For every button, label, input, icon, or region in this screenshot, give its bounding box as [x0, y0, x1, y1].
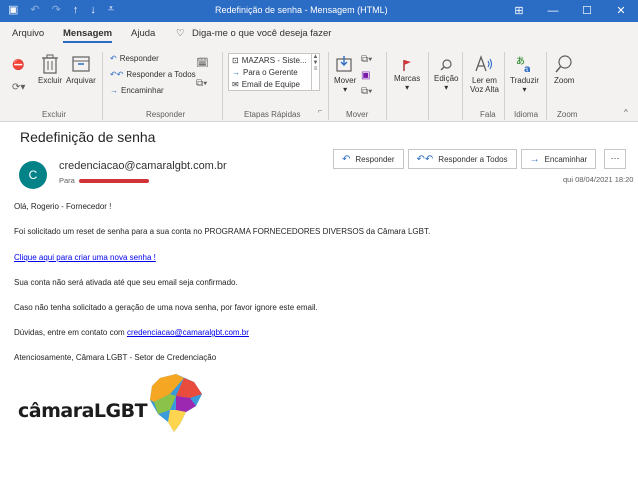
group-label-fala: Fala — [480, 110, 496, 119]
translate-button[interactable]: あa Traduzir ▾ — [510, 54, 539, 94]
recipient-line: Para — [59, 176, 149, 185]
group-label-quick-steps: Etapas Rápidas — [244, 110, 301, 119]
minimize-button[interactable]: — — [536, 0, 570, 22]
tab-mensagem[interactable]: Mensagem — [63, 28, 113, 43]
quick-steps-gallery: ⊡ MAZARS - Siste... → Para o Gerente ✉ Emai… — [228, 53, 320, 91]
lightbulb-icon: ♡ — [176, 28, 185, 39]
more-respond-icon[interactable]: ⧉▾ — [196, 78, 207, 89]
body-paragraph: Sua conta não será ativada até que seu e… — [14, 278, 238, 287]
tab-ajuda[interactable]: Ajuda — [131, 28, 155, 39]
forward-action-button[interactable]: → Encaminhar — [520, 149, 597, 169]
camara-lgbt-logo: câmaraLGBT — [18, 370, 208, 440]
flag-icon — [403, 60, 412, 71]
collapse-ribbon-icon[interactable]: ^ — [624, 108, 628, 117]
quick-access-toolbar: ▣ ↶ ↷ ↑ ↓ ⩡ — [8, 3, 114, 16]
maximize-button[interactable]: ☐ — [570, 0, 604, 22]
menu-bar: Arquivo Mensagem Ajuda ♡ Diga-me o que v… — [0, 22, 638, 46]
zoom-button[interactable]: Zoom — [554, 54, 574, 85]
group-label-zoom: Zoom — [557, 110, 578, 119]
undo-icon[interactable]: ↶ — [30, 3, 39, 16]
message-actions: ↶ Responder ↶↶ Responder a Todos → Encaminh… — [333, 149, 600, 169]
body-paragraph: Caso não tenha solicitado a geração de u… — [14, 303, 318, 312]
message-subject: Redefinição de senha — [20, 129, 156, 145]
ignore-icon[interactable]: ⛔ — [12, 60, 24, 71]
quick-step-manager[interactable]: → Para o Gerente — [229, 66, 319, 78]
quick-step-mazars[interactable]: ⊡ MAZARS - Siste... — [229, 54, 319, 66]
quick-steps-scroll[interactable]: ▲ ▼ ≡ — [311, 54, 319, 90]
translate-icon: あa — [516, 56, 531, 74]
magnifier-icon — [440, 59, 452, 71]
move-folder-icon — [336, 56, 352, 72]
reset-password-link[interactable]: Clique aqui para criar uma nova senha ! — [14, 253, 156, 262]
forward-button[interactable]: → Encaminhar — [110, 86, 164, 95]
onenote-icon[interactable]: ▣ — [361, 70, 370, 81]
reply-all-action-button[interactable]: ↶↶ Responder a Todos — [407, 149, 517, 169]
customize-toolbar-icon[interactable]: ⩡ — [108, 3, 114, 16]
message-datetime: qui 08/04/2021 18:20 — [563, 175, 634, 184]
read-aloud-icon — [475, 55, 493, 72]
quick-step-team[interactable]: ✉ Email de Equipe — [229, 78, 319, 90]
ribbon-display-icon[interactable]: ⊞ — [502, 0, 536, 22]
tags-button[interactable]: Marcas ▾ — [394, 58, 420, 92]
redacted-recipient — [78, 178, 149, 183]
forward-icon: → — [529, 153, 540, 165]
contact-email-link[interactable]: credenciacao@camaralgbt.com.br — [127, 328, 249, 337]
to-label: Para — [59, 176, 75, 185]
save-icon[interactable]: ▣ — [8, 3, 18, 16]
editing-button[interactable]: Edição ▾ — [434, 58, 458, 92]
body-paragraph: Foi solicitado um reset de senha para a … — [14, 227, 431, 236]
down-arrow-icon[interactable]: ↓ — [90, 4, 96, 16]
zoom-icon — [555, 55, 572, 73]
actions-icon[interactable]: ⧉▾ — [361, 86, 372, 97]
move-button[interactable]: Mover ▾ — [334, 54, 356, 94]
cleanup-icon[interactable]: ⟳▾ — [12, 82, 25, 93]
archive-button[interactable]: Arquivar — [66, 54, 96, 85]
reply-all-icon: ↶↶ — [416, 153, 434, 165]
more-actions-button[interactable]: ··· — [604, 149, 626, 169]
logo-text: câmaraLGBT — [18, 400, 148, 422]
avatar[interactable]: C — [19, 161, 47, 189]
up-arrow-icon[interactable]: ↑ — [73, 4, 79, 16]
svg-text:a: a — [524, 64, 531, 74]
group-label-excluir: Excluir — [42, 110, 67, 119]
contact-paragraph: Dúvidas, entre em contato com credenciac… — [14, 328, 249, 337]
reply-button[interactable]: ↶ Responder — [110, 54, 159, 63]
brazil-map-icon — [150, 374, 202, 432]
archive-icon — [72, 56, 90, 72]
read-aloud-button[interactable]: Ler em Voz Alta — [470, 54, 499, 94]
signature: Atenciosamente, Câmara LGBT - Setor de C… — [14, 353, 217, 362]
sender-address[interactable]: credenciacao@camaralgbt.com.br — [59, 160, 227, 172]
tab-arquivo[interactable]: Arquivo — [12, 28, 44, 39]
reply-icon: ↶ — [342, 153, 351, 165]
trash-icon — [42, 54, 58, 74]
tell-me-search[interactable]: Diga-me o que você deseja fazer — [192, 28, 331, 39]
group-label-mover: Mover — [346, 110, 369, 119]
group-label-idioma: Idioma — [514, 110, 539, 119]
dialog-launcher-icon[interactable]: ⌐ — [318, 108, 322, 115]
reply-action-button[interactable]: ↶ Responder — [333, 149, 404, 169]
reply-all-button[interactable]: ↶↶ Responder a Todos — [110, 70, 196, 79]
ribbon: ⛔ ⟳▾ Excluir Arquivar Excluir ↶ Responder… — [0, 46, 638, 122]
greeting: Olá, Rogerio - Fornecedor ! — [14, 202, 112, 211]
redo-icon[interactable]: ↷ — [52, 3, 61, 16]
close-button[interactable]: ✕ — [604, 0, 638, 22]
window-title: Redefinição de senha - Mensagem (HTML) — [215, 5, 388, 15]
delete-button[interactable]: Excluir — [38, 54, 62, 85]
meeting-icon[interactable]: 🗓 — [196, 58, 209, 69]
rules-icon[interactable]: ⧉▾ — [361, 54, 372, 65]
title-bar: ▣ ↶ ↷ ↑ ↓ ⩡ Redefinição de senha - Mensa… — [0, 0, 638, 22]
group-label-responder: Responder — [146, 110, 186, 119]
